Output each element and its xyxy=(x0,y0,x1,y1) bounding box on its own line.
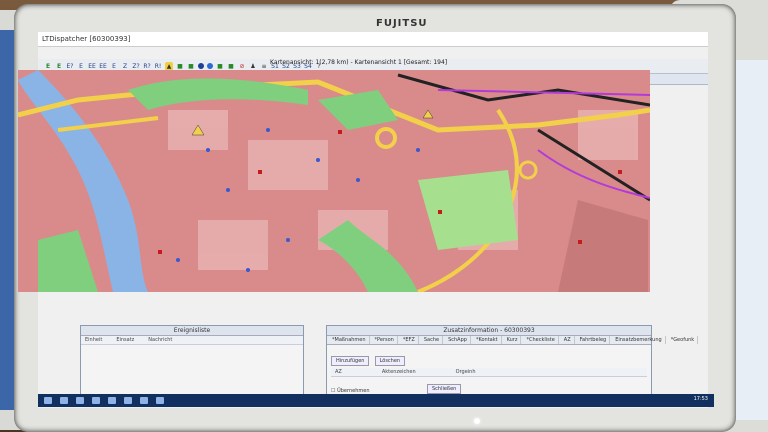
tab-az[interactable]: AZ xyxy=(561,336,575,344)
unit-dot-icon[interactable] xyxy=(198,63,204,69)
events-columns: Einheit Einsatz Nachricht xyxy=(81,336,303,345)
tab-schapp[interactable]: SchApp xyxy=(445,336,471,344)
events-col-unit[interactable]: Einheit xyxy=(85,336,102,344)
taskbar-app-icon-3[interactable] xyxy=(92,397,100,404)
add-button[interactable]: Hinzufügen xyxy=(331,356,370,366)
taskbar-app-icon-2[interactable] xyxy=(76,397,84,404)
tab-measures[interactable]: *Maßnahmen xyxy=(329,336,370,344)
window-titlebar[interactable]: LTDispatcher [60300393] xyxy=(38,32,708,47)
power-led xyxy=(474,418,480,424)
start-icon[interactable] xyxy=(44,397,52,404)
map-canvas[interactable] xyxy=(18,70,650,292)
info-col-az[interactable]: AZ xyxy=(335,368,342,376)
info-tabs: *Maßnahmen *Person *EFZ Sache SchApp *Ko… xyxy=(327,336,699,345)
info-columns: AZ Aktenzeichen Orgeinh xyxy=(331,368,647,377)
delete-button[interactable]: Löschen xyxy=(374,356,406,366)
info-col-orgeinh[interactable]: Orgeinh xyxy=(456,368,476,376)
taskbar: 17:53 xyxy=(38,394,714,407)
info-button-row: Hinzufügen Löschen xyxy=(327,345,651,368)
taskbar-clock[interactable]: 17:53 xyxy=(694,396,708,402)
window-title: LTDispatcher [60300393] xyxy=(42,35,131,43)
taskbar-app-icon-6[interactable] xyxy=(140,397,148,404)
info-col-aktenzeichen[interactable]: Aktenzeichen xyxy=(382,368,416,376)
events-panel: Ereignisliste Einheit Einsatz Nachricht xyxy=(80,325,304,397)
events-col-mission[interactable]: Einsatz xyxy=(116,336,134,344)
city-map xyxy=(18,70,650,292)
events-panel-title: Ereignisliste xyxy=(81,326,303,336)
monitor-brand: FUJITSU xyxy=(376,18,428,29)
taskbar-app-icon-7[interactable] xyxy=(156,397,164,404)
tab-person[interactable]: *Person xyxy=(372,336,398,344)
unit-dot-icon-2[interactable] xyxy=(207,63,213,69)
info-panel: Zusatzinformation - 60300393 *Maßnahmen … xyxy=(326,325,699,397)
tab-bemerkung[interactable]: Einsatzbemerkung xyxy=(612,336,666,344)
close-button[interactable]: Schließen xyxy=(427,384,462,394)
events-col-message[interactable]: Nachricht xyxy=(148,336,172,344)
tab-sache[interactable]: Sache xyxy=(421,336,444,344)
taskbar-app-icon-1[interactable] xyxy=(60,397,68,404)
info-panel-title: Zusatzinformation - 60300393 xyxy=(327,326,651,336)
tab-efz[interactable]: *EFZ xyxy=(400,336,419,344)
tab-fahrtbeleg[interactable]: Fahrtbeleg xyxy=(577,336,611,344)
taskbar-app-icon-5[interactable] xyxy=(124,397,132,404)
map-title: Kartenansicht: 1(2,78 km) - Kartenansich… xyxy=(270,59,448,66)
tab-geofunk[interactable]: *Geofunk xyxy=(668,336,699,344)
tab-kurz[interactable]: Kurz xyxy=(504,336,522,344)
taskbar-app-icon-4[interactable] xyxy=(108,397,116,404)
tab-checklist[interactable]: *Checkliste xyxy=(523,336,559,344)
tab-contact[interactable]: *Kontakt xyxy=(473,336,502,344)
